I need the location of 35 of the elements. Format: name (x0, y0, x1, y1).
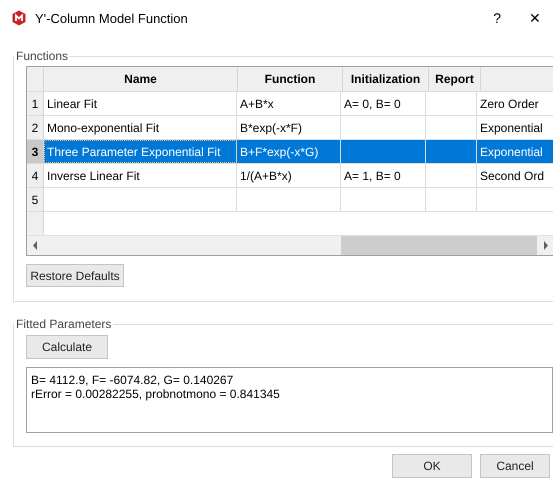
table-cell[interactable]: A= 1, B= 0 (341, 164, 426, 187)
group-title: Functions (15, 49, 70, 63)
output-line: rError = 0.00282255, probnotmono = 0.841345 (31, 387, 281, 401)
close-button[interactable]: ✕ (529, 10, 553, 26)
table-cell[interactable]: Linear Fit (44, 92, 237, 115)
row-header[interactable]: 5 (27, 188, 44, 211)
horizontal-scrollbar[interactable] (27, 235, 553, 255)
table-cell[interactable]: B+F*exp(-x*G) (237, 140, 341, 163)
table-cell[interactable]: A= 0, B= 0 (341, 92, 426, 115)
table-cell[interactable]: Three Parameter Exponential Fit (44, 140, 237, 163)
group-title: Fitted Parameters (15, 317, 112, 331)
table-cell[interactable]: Second Ord (477, 164, 553, 187)
app-logo-icon (11, 10, 27, 26)
window-title: Y'-Column Model Function (35, 10, 188, 26)
table-cell[interactable]: B*exp(-x*F) (237, 116, 341, 139)
table-cell[interactable]: Mono-exponential Fit (44, 116, 237, 139)
table-cell[interactable]: A+B*x (237, 92, 341, 115)
row-header[interactable]: 1 (27, 92, 44, 115)
table-cell[interactable]: 1/(A+B*x) (237, 164, 341, 187)
dialog-button[interactable]: OK (392, 454, 472, 478)
output-text-area[interactable]: B= 4112.9, F= -6074.82, G= 0.140267 rError = 0.00282255, probnotmono = 0.841345 (26, 367, 553, 433)
row-header[interactable]: 3 (27, 140, 44, 163)
calculate-button[interactable]: Calculate (26, 335, 108, 359)
table-cell[interactable]: Exponential (477, 140, 553, 163)
row-header[interactable]: 2 (27, 116, 44, 139)
table-cell[interactable]: Zero Order (477, 92, 553, 115)
restore-defaults-button[interactable]: Restore Defaults (26, 264, 124, 287)
dialog-button[interactable]: Cancel (480, 454, 550, 478)
table-cell[interactable] (341, 140, 426, 163)
table-cell[interactable]: Inverse Linear Fit (44, 164, 237, 187)
help-button[interactable]: ? (493, 10, 501, 26)
row-header[interactable]: 4 (27, 164, 44, 187)
table-cell[interactable] (426, 140, 477, 163)
table-cell[interactable]: Exponential (477, 116, 553, 139)
output-line: B= 4112.9, F= -6074.82, G= 0.140267 (31, 373, 234, 387)
